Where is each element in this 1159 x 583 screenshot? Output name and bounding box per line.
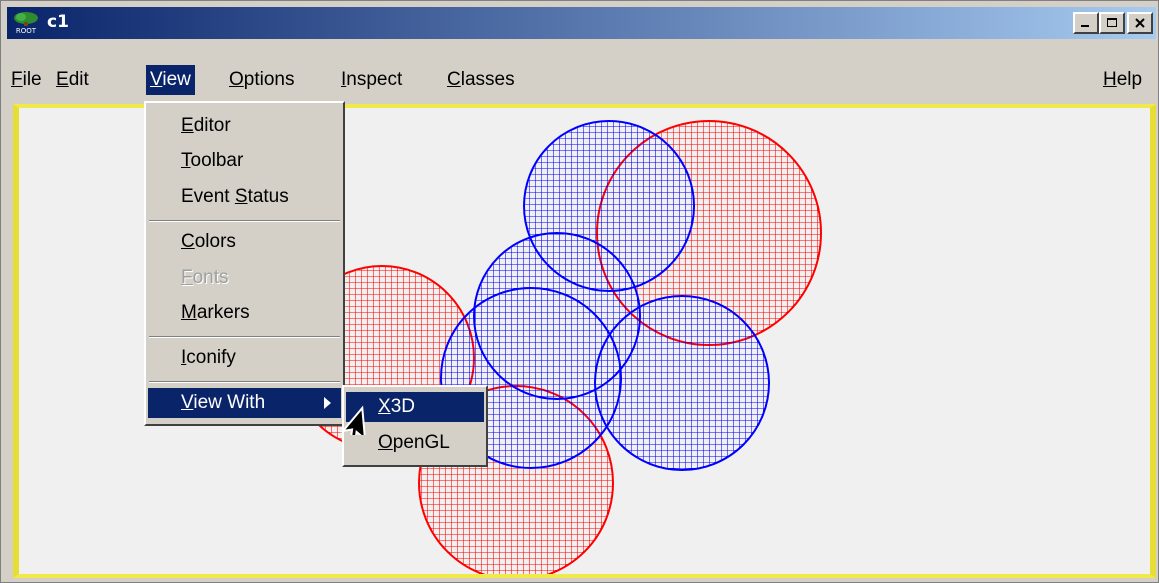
menu-classes[interactable]: Classes <box>443 65 519 95</box>
close-button[interactable] <box>1127 12 1153 34</box>
menu-item-colors[interactable]: Colors <box>148 227 341 257</box>
menu-view[interactable]: View <box>146 65 195 95</box>
maximize-button[interactable] <box>1099 12 1125 34</box>
minimize-button[interactable] <box>1073 12 1099 34</box>
menu-item-markers[interactable]: Markers <box>148 298 341 328</box>
svg-text:ROOT: ROOT <box>16 27 37 35</box>
menu-item-fonts: Fonts <box>181 267 229 288</box>
menu-item-editor[interactable]: Editor <box>148 111 341 141</box>
menu-edit[interactable]: Edit <box>52 65 93 95</box>
menu-item-event-status[interactable]: Event Status <box>148 182 341 212</box>
close-icon <box>1135 18 1145 28</box>
menu-file[interactable]: File <box>7 65 46 95</box>
view-dropdown-menu: Editor Toolbar Event Status Colors Fonts… <box>144 101 345 426</box>
root-tree-icon: ROOT <box>14 12 38 35</box>
title-bar[interactable]: ROOT c1 <box>7 7 1156 39</box>
minimize-icon <box>1081 25 1089 27</box>
mouse-pointer-icon <box>340 405 367 435</box>
window: ROOT c1 File Edit View Options Inspect C… <box>0 0 1159 583</box>
menu-item-toolbar[interactable]: Toolbar <box>148 146 341 176</box>
menu-separator <box>149 336 340 338</box>
maximize-icon <box>1107 18 1117 27</box>
menu-help[interactable]: Help <box>1099 65 1146 95</box>
menu-separator <box>149 381 340 383</box>
window-title: c1 <box>47 12 69 32</box>
menu-bar: File Edit View Options Inspect Classes H… <box>7 63 1156 101</box>
menu-inspect[interactable]: Inspect <box>337 65 406 95</box>
menu-separator <box>149 220 340 222</box>
menu-options[interactable]: Options <box>225 65 298 95</box>
menu-item-iconify[interactable]: Iconify <box>148 343 341 373</box>
submenu-arrow-icon <box>324 397 331 409</box>
menu-item-view-with[interactable]: View With <box>148 388 341 418</box>
